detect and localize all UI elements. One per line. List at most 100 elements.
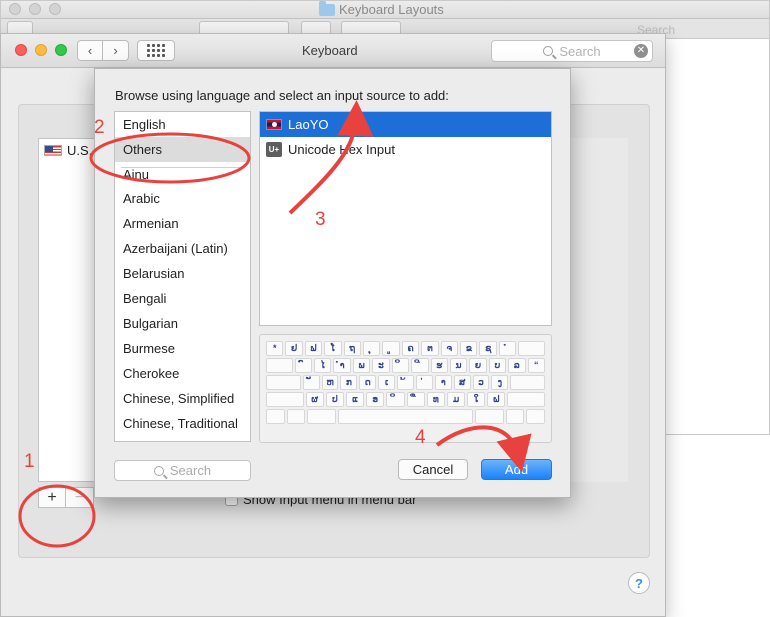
- keyboard-key: [286, 409, 306, 424]
- keyboard-key: [266, 409, 285, 424]
- remove-input-source-button[interactable]: −: [66, 487, 94, 508]
- lao-flag-icon: [266, 119, 282, 130]
- clear-search-icon[interactable]: ✕: [634, 44, 648, 58]
- keyboard-key: ູ: [382, 341, 400, 356]
- minimize-button[interactable]: [35, 44, 47, 56]
- keyboard-key: ທ: [426, 392, 445, 407]
- search-icon: [543, 46, 554, 56]
- keyboard-key: າ: [434, 375, 452, 390]
- keyboard-key: ຢ: [285, 341, 303, 356]
- language-list[interactable]: English Others Ainu Arabic Armenian Azer…: [114, 111, 251, 442]
- input-source-option-selected[interactable]: LaoYO: [260, 112, 551, 137]
- add-button[interactable]: Add: [481, 459, 552, 480]
- keyboard-key: [526, 409, 545, 424]
- finder-title-text: Keyboard Layouts: [339, 2, 444, 17]
- keyboard-key: ໃ: [467, 392, 486, 407]
- keyboard-key: ມ: [446, 392, 466, 407]
- language-item[interactable]: Chinese, Traditional: [115, 411, 250, 436]
- keyboard-key: ້: [397, 375, 414, 390]
- cancel-button[interactable]: Cancel: [398, 459, 468, 480]
- keyboard-row: * ຢ ຟ ໂ ຖ ຸ ູ ຄ ຕ ຈ ຂ ຊ ໍ: [266, 341, 545, 356]
- folder-icon: [319, 0, 335, 16]
- input-source-option-label: LaoYO: [288, 117, 329, 132]
- keyboard-key: ິ: [386, 392, 405, 407]
- input-source-options-list[interactable]: LaoYO U+ Unicode Hex Input: [259, 111, 552, 326]
- keyboard-key: ຫ: [321, 375, 339, 390]
- keyboard-key: ຂ: [460, 341, 478, 356]
- add-input-source-button[interactable]: +: [38, 487, 66, 508]
- finder-content-pane: [661, 41, 769, 434]
- keyboard-row: [266, 409, 545, 424]
- add-remove-controls: + −: [38, 487, 94, 508]
- keyboard-key: [307, 409, 336, 424]
- language-item[interactable]: Belarusian: [115, 261, 250, 286]
- keyboard-key: ື: [406, 392, 425, 407]
- keyboard-key: [266, 392, 304, 407]
- keyboard-key: ຕ: [421, 341, 439, 356]
- keyboard-key: ຳ: [333, 358, 351, 373]
- annotation-step-4: 4: [415, 427, 426, 448]
- keyboard-key: *: [266, 341, 284, 356]
- keyboard-key: ຖ: [343, 341, 362, 356]
- input-source-label: U.S.: [67, 142, 93, 158]
- language-item[interactable]: Chinese, Simplified: [115, 386, 250, 411]
- show-all-button[interactable]: [137, 40, 175, 61]
- close-button[interactable]: [15, 44, 27, 56]
- keyboard-key: ສ: [453, 375, 471, 390]
- window-controls: [15, 44, 67, 56]
- language-item[interactable]: Cherokee: [115, 361, 250, 386]
- sheet-prompt: Browse using language and select an inpu…: [115, 88, 449, 103]
- keyboard-titlebar: ‹ › Keyboard Search ✕: [1, 34, 665, 68]
- language-search-field[interactable]: Search: [114, 460, 251, 481]
- language-item[interactable]: English: [115, 112, 250, 137]
- keyboard-key: ່: [415, 375, 433, 390]
- keyboard-key: ພ: [352, 358, 371, 373]
- language-item[interactable]: Bulgarian: [115, 311, 250, 336]
- chevron-right-icon: ›: [113, 43, 118, 58]
- keyboard-key: ກ: [340, 375, 358, 390]
- language-item-selected[interactable]: Others: [115, 137, 250, 162]
- keyboard-key: ຜ: [305, 392, 324, 407]
- grid-icon: [147, 44, 165, 57]
- preferences-search-field[interactable]: Search ✕: [491, 40, 653, 62]
- keyboard-key: ອ: [366, 392, 385, 407]
- keyboard-key: ຝ: [487, 392, 506, 407]
- finder-titlebar: Keyboard Layouts: [1, 0, 769, 19]
- language-item[interactable]: Azerbaijani (Latin): [115, 236, 250, 261]
- keyboard-key: [505, 409, 525, 424]
- language-item[interactable]: Bengali: [115, 286, 250, 311]
- unicode-hex-icon: U+: [266, 142, 282, 157]
- keyboard-row: ົ ໄ ຳ ພ ະ ິ ີ ຮ ນ ຍ ບ ລ “: [266, 358, 545, 373]
- language-item[interactable]: Armenian: [115, 211, 250, 236]
- keyboard-key: [266, 375, 301, 390]
- keyboard-key: [475, 409, 504, 424]
- help-button[interactable]: ?: [628, 572, 650, 594]
- language-item[interactable]: Arabic: [115, 186, 250, 211]
- keyboard-key: ະ: [372, 358, 390, 373]
- keyboard-row: ັ ຫ ກ ດ ເ ້ ່ າ ສ ວ ງ: [266, 375, 546, 390]
- keyboard-key: ຸ: [363, 341, 381, 356]
- language-item[interactable]: Ainu: [115, 168, 250, 186]
- keyboard-key: ິ: [391, 358, 410, 373]
- finder-window-controls[interactable]: [9, 3, 61, 15]
- input-source-option[interactable]: U+ Unicode Hex Input: [260, 137, 551, 162]
- keyboard-key: ຄ: [401, 341, 420, 356]
- keyboard-key: ລ: [508, 358, 526, 373]
- keyboard-key: “: [527, 358, 545, 373]
- keyboard-row: ຜ ປ ແ ອ ິ ື ທ ມ ໃ ຝ: [266, 392, 546, 407]
- navigation-buttons: ‹ ›: [77, 40, 129, 61]
- keyboard-key: ຮ: [430, 358, 448, 373]
- keyboard-key: [507, 392, 546, 407]
- back-button[interactable]: ‹: [77, 40, 103, 61]
- keyboard-space-key: [337, 409, 474, 424]
- language-search-placeholder: Search: [169, 463, 212, 478]
- finder-window-title: Keyboard Layouts: [319, 0, 444, 17]
- keyboard-key: ຍ: [469, 358, 487, 373]
- annotation-step-3: 3: [315, 209, 326, 230]
- language-item[interactable]: Burmese: [115, 336, 250, 361]
- keyboard-key: [518, 341, 545, 356]
- forward-button[interactable]: ›: [103, 40, 129, 61]
- keyboard-key: ດ: [359, 375, 377, 390]
- zoom-button[interactable]: [55, 44, 67, 56]
- keyboard-key: ີ: [411, 358, 429, 373]
